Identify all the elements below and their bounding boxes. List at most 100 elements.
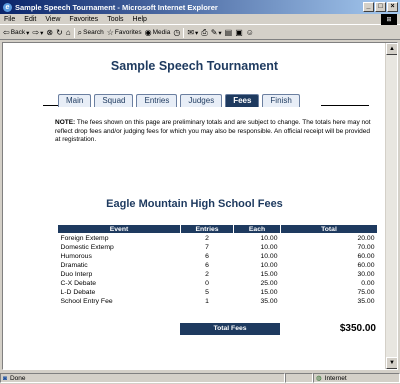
tab-main[interactable]: Main [58, 94, 92, 107]
cell-event: Dramatic [60, 262, 88, 269]
table-row: School Entry Fee 1 35.00 35.00 [58, 297, 378, 306]
cell-entries: 0 [205, 280, 209, 287]
mail-button[interactable]: ✉ ▾ [187, 27, 198, 37]
menu-view[interactable]: View [45, 16, 60, 23]
forward-button[interactable]: ⇨ ▾ [32, 27, 44, 37]
refresh-icon: ↻ [56, 27, 63, 37]
tab-judges[interactable]: Judges [180, 94, 223, 107]
table-row: Domestic Extemp 7 10.00 70.00 [58, 243, 378, 252]
cell-event: School Entry Fee [60, 298, 113, 305]
total-fees-label: Total Fees [180, 323, 280, 335]
cell-event: C-X Debate [60, 280, 97, 287]
favorites-button[interactable]: ☆ Favorites [106, 27, 142, 37]
status-text: Done [9, 374, 26, 382]
status-cell [285, 373, 313, 383]
maximize-button[interactable]: □ [375, 2, 386, 12]
scroll-down-button[interactable]: ▼ [386, 357, 397, 369]
table-row: Foreign Extemp 2 10.00 20.00 [58, 234, 378, 244]
window-title: Sample Speech Tournament - Microsoft Int… [15, 2, 218, 12]
discuss-icon: ▤ [224, 27, 233, 37]
edit-icon: ✎ [210, 27, 218, 37]
tab-baseline [321, 105, 369, 106]
cell-total: 35.00 [357, 298, 375, 305]
toolbar-separator [73, 27, 75, 38]
tab-bar: Main Squad Entries Judges Fees Finish [58, 94, 300, 107]
discuss-button[interactable]: ▤ [224, 27, 233, 37]
cell-total: 20.00 [357, 235, 375, 242]
mail-icon: ✉ [187, 27, 195, 37]
cell-entries: 2 [205, 271, 209, 278]
cell-entries: 2 [205, 235, 209, 242]
header-total: Total [280, 224, 378, 234]
history-button[interactable]: ◷ [173, 27, 181, 37]
menu-favorites[interactable]: Favorites [69, 16, 98, 23]
note-label: NOTE: [55, 119, 76, 126]
cell-total: 0.00 [361, 280, 375, 287]
media-icon: ◉ [144, 27, 152, 37]
cell-event: Duo Interp [60, 271, 93, 278]
chevron-down-icon: ▾ [26, 29, 30, 37]
star-icon: ☆ [106, 27, 114, 37]
cell-entries: 5 [205, 289, 209, 296]
page-content: Sample Speech Tournament Main Squad Entr… [3, 43, 386, 369]
cell-total: 70.00 [357, 244, 375, 251]
forward-arrow-icon: ⇨ [32, 27, 40, 37]
menu-help[interactable]: Help [133, 16, 147, 23]
back-button[interactable]: ⇦ Back ▾ [3, 27, 30, 37]
messenger-button[interactable]: ☺ [246, 28, 254, 37]
cell-each: 35.00 [260, 298, 278, 305]
toolbar-separator [183, 27, 185, 38]
menu-tools[interactable]: Tools [107, 16, 123, 23]
cell-each: 10.00 [260, 262, 278, 269]
page-done-icon: ◙ [3, 374, 7, 382]
home-button[interactable]: ⌂ [66, 28, 71, 37]
tab-squad[interactable]: Squad [94, 94, 134, 107]
history-icon: ◷ [173, 27, 181, 37]
school-fees-title: Eagle Mountain High School Fees [106, 198, 283, 210]
search-button[interactable]: ⌕ Search [77, 27, 104, 37]
menu-bar: File Edit View Favorites Tools Help [0, 14, 400, 25]
total-fees-value: $350.00 [339, 323, 376, 334]
close-button[interactable]: × [387, 2, 398, 12]
search-icon: ⌕ [77, 27, 83, 37]
cell-entries: 6 [205, 253, 209, 260]
menu-edit[interactable]: Edit [24, 16, 36, 23]
table-header-row: Event Entries Each Total [57, 224, 378, 234]
chevron-down-icon: ▾ [40, 29, 44, 37]
cell-total: 75.00 [357, 289, 375, 296]
research-button[interactable]: ▣ [235, 28, 243, 37]
cell-each: 15.00 [260, 289, 278, 296]
vertical-scrollbar[interactable]: ▲ ▼ [385, 43, 397, 369]
header-entries: Entries [180, 224, 234, 234]
table-row: Dramatic 6 10.00 60.00 [58, 261, 378, 270]
fees-note: NOTE: The fees shown on this page are pr… [55, 119, 375, 145]
toolbar: ⇦ Back ▾ ⇨ ▾ ⊗ ↻ ⌂ ⌕ Search ☆ Favorites … [0, 26, 400, 40]
window-titlebar: e Sample Speech Tournament - Microsoft I… [0, 0, 400, 14]
minimize-button[interactable]: _ [363, 2, 374, 12]
menu-file[interactable]: File [4, 16, 15, 23]
cell-total: 60.00 [357, 253, 375, 260]
media-button[interactable]: ◉ Media [144, 27, 171, 37]
note-text: The fees shown on this page are prelimin… [55, 119, 371, 144]
table-row: C-X Debate 0 25.00 0.00 [58, 279, 378, 288]
status-text-cell: ◙ Done [0, 373, 285, 383]
tab-finish[interactable]: Finish [262, 94, 300, 107]
tab-entries[interactable]: Entries [136, 94, 178, 107]
stop-button[interactable]: ⊗ [46, 28, 53, 37]
back-arrow-icon: ⇦ [3, 27, 10, 37]
cell-event: Domestic Extemp [60, 244, 114, 251]
edit-button[interactable]: ✎ ▾ [210, 27, 222, 37]
zone-cell: ◍ Internet [313, 373, 400, 383]
cell-event: Foreign Extemp [60, 235, 109, 242]
cell-total: 30.00 [357, 271, 375, 278]
browser-viewport: Sample Speech Tournament Main Squad Entr… [2, 42, 398, 370]
cell-each: 15.00 [260, 271, 278, 278]
refresh-button[interactable]: ↻ [56, 27, 63, 37]
print-button[interactable]: ⎙ [201, 28, 207, 37]
zone-text: Internet [324, 374, 347, 382]
cell-event: L-D Debate [60, 289, 96, 296]
scroll-up-button[interactable]: ▲ [386, 43, 397, 55]
tab-fees[interactable]: Fees [225, 94, 260, 107]
header-event: Event [57, 224, 181, 234]
table-row: Duo Interp 2 15.00 30.00 [58, 270, 378, 279]
